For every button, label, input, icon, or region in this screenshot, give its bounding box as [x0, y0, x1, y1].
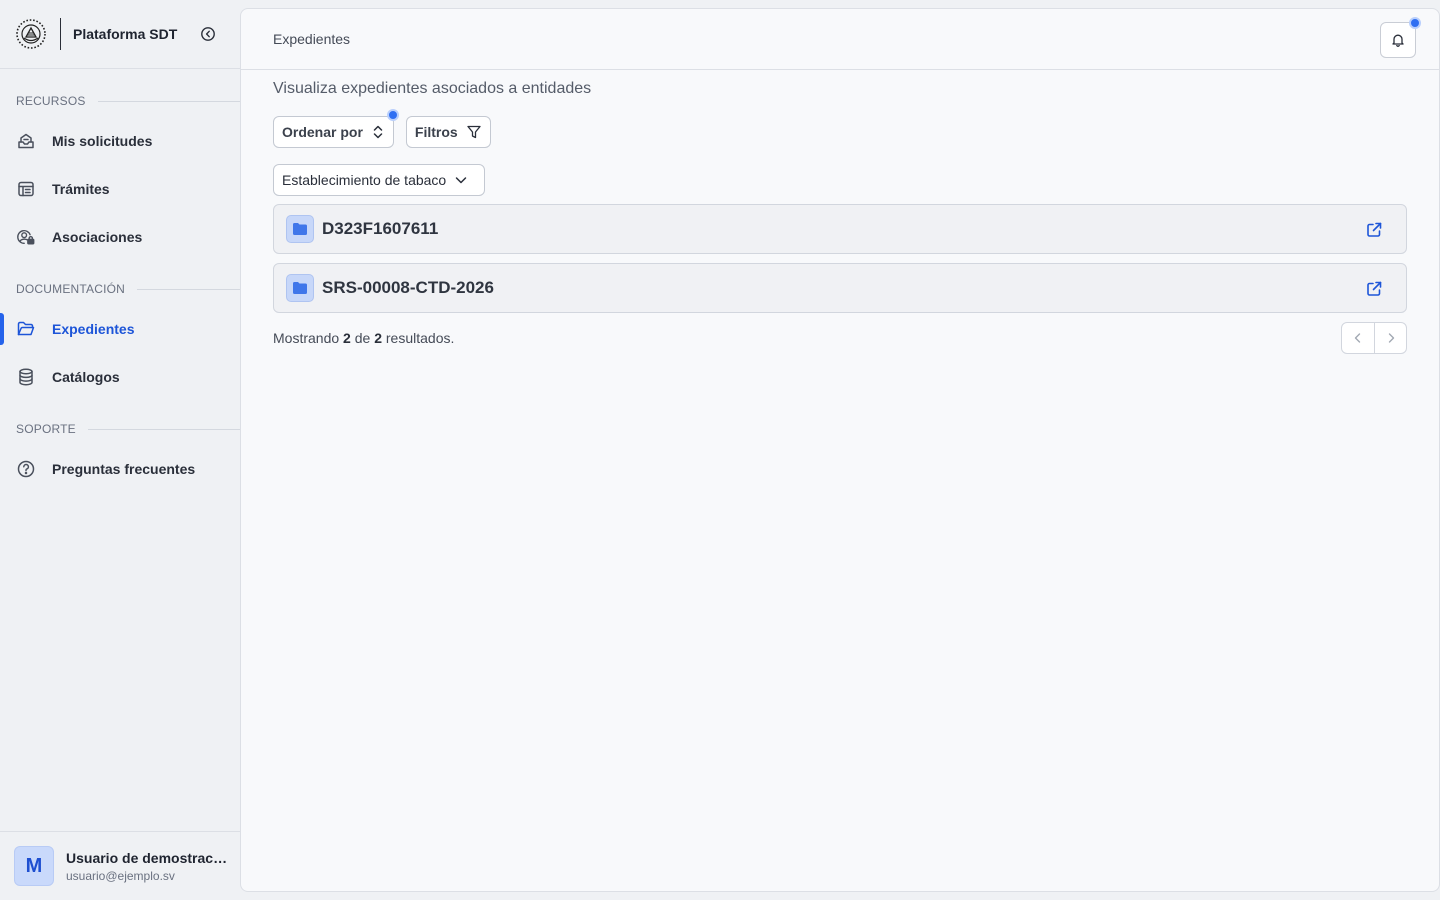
help-circle-icon: [16, 459, 36, 479]
section-label-recursos: RECURSOS: [0, 91, 240, 111]
folder-open-icon: [16, 319, 36, 339]
results-suffix: resultados.: [385, 330, 455, 346]
chevron-left-circle-icon: [201, 27, 216, 41]
user-name: Usuario de demostración: [66, 849, 230, 866]
record-code: D323F1607611: [322, 219, 439, 238]
section-label-documentacion: DOCUMENTACIÓN: [0, 279, 240, 299]
entity-type-select[interactable]: Establecimiento de tabaco: [273, 164, 485, 196]
sort-active-dot: [386, 109, 399, 121]
sidebar-item-label: Preguntas frecuentes: [52, 461, 196, 477]
external-link-icon[interactable]: [1364, 220, 1384, 240]
calendar-table-icon: [16, 179, 36, 199]
avatar: M: [14, 846, 54, 886]
sort-button[interactable]: Ordenar por: [273, 109, 399, 148]
sidebar-item-mis-solicitudes[interactable]: Mis solicitudes: [0, 117, 240, 165]
filter-funnel-icon: [466, 124, 482, 140]
chevron-left-icon: [1354, 333, 1361, 343]
folder-icon: [286, 215, 314, 243]
bell-icon: [1392, 34, 1404, 47]
section-label-text: SOPORTE: [16, 422, 76, 436]
app-title: Plataforma SDT: [73, 26, 178, 42]
chevrons-up-down-icon: [371, 124, 385, 140]
sidebar: Plataforma SDT RECURSOS Mis solicitudes: [0, 0, 240, 900]
content-area: Visualiza expedientes asociados a entida…: [241, 70, 1439, 354]
notification-dot: [1409, 17, 1421, 29]
chevron-down-icon: [454, 173, 468, 187]
sidebar-item-asociaciones[interactable]: Asociaciones: [0, 213, 240, 261]
sidebar-item-label: Catálogos: [52, 369, 120, 385]
main-panel: Expedientes Visualiza expedientes asocia…: [240, 8, 1440, 892]
sidebar-item-tramites[interactable]: Trámites: [0, 165, 240, 213]
user-circle-lock-icon: [16, 227, 36, 247]
notifications-button[interactable]: [1380, 17, 1421, 58]
record-code: SRS-00008-CTD-2026: [322, 278, 494, 297]
sidebar-item-label: Asociaciones: [52, 229, 143, 245]
section-label-text: RECURSOS: [16, 94, 86, 108]
filters-button[interactable]: Filtros: [405, 116, 491, 148]
coat-of-arms-logo[interactable]: [14, 17, 48, 51]
external-link-icon[interactable]: [1364, 279, 1384, 299]
sidebar-item-catalogos[interactable]: Catálogos: [0, 353, 240, 401]
sidebar-header: Plataforma SDT: [0, 0, 240, 69]
list-item[interactable]: SRS-00008-CTD-2026: [273, 263, 1407, 313]
results-bar: Mostrando 2 de 2 resultados.: [273, 322, 1407, 354]
chevron-right-icon: [1388, 333, 1394, 343]
breadcrumb: Expedientes: [273, 31, 351, 47]
section-label-soporte: SOPORTE: [0, 419, 240, 439]
sidebar-item-label: Trámites: [52, 181, 110, 197]
folder-icon: [286, 274, 314, 302]
toolbar: Ordenar por Filtros: [273, 109, 1407, 148]
collapse-sidebar-button[interactable]: [199, 25, 217, 43]
sidebar-item-label: Expedientes: [52, 321, 135, 337]
pagination: [1341, 322, 1407, 354]
records-list: D323F1607611 SRS-00008-CTD-2026: [273, 204, 1407, 313]
results-middle: de: [354, 330, 371, 346]
results-total: 2: [374, 330, 382, 346]
next-page-button[interactable]: [1374, 323, 1406, 353]
sidebar-item-label: Mis solicitudes: [52, 133, 153, 149]
user-info: Usuario de demostración usuario@ejemplo.…: [66, 850, 230, 883]
main-header: Expedientes: [241, 9, 1439, 70]
page-subtitle: Visualiza expedientes asociados a entida…: [273, 80, 592, 97]
sidebar-item-preguntas-frecuentes[interactable]: Preguntas frecuentes: [0, 445, 240, 493]
database-icon: [16, 367, 36, 387]
results-shown: 2: [343, 330, 351, 346]
sort-label: Ordenar por: [282, 124, 363, 140]
user-profile[interactable]: M Usuario de demostración usuario@ejempl…: [0, 831, 240, 900]
previous-page-button[interactable]: [1342, 323, 1374, 353]
sidebar-item-expedientes[interactable]: Expedientes: [0, 305, 240, 353]
user-email: usuario@ejemplo.sv: [66, 868, 175, 883]
filters-label: Filtros: [414, 124, 458, 140]
list-item[interactable]: D323F1607611: [273, 204, 1407, 254]
entity-type-value: Establecimiento de tabaco: [282, 172, 447, 188]
inbox-icon: [16, 131, 36, 151]
header-divider: [60, 18, 61, 50]
results-prefix: Mostrando: [273, 330, 340, 346]
section-label-text: DOCUMENTACIÓN: [16, 282, 126, 296]
results-count: Mostrando 2 de 2 resultados.: [273, 330, 454, 346]
